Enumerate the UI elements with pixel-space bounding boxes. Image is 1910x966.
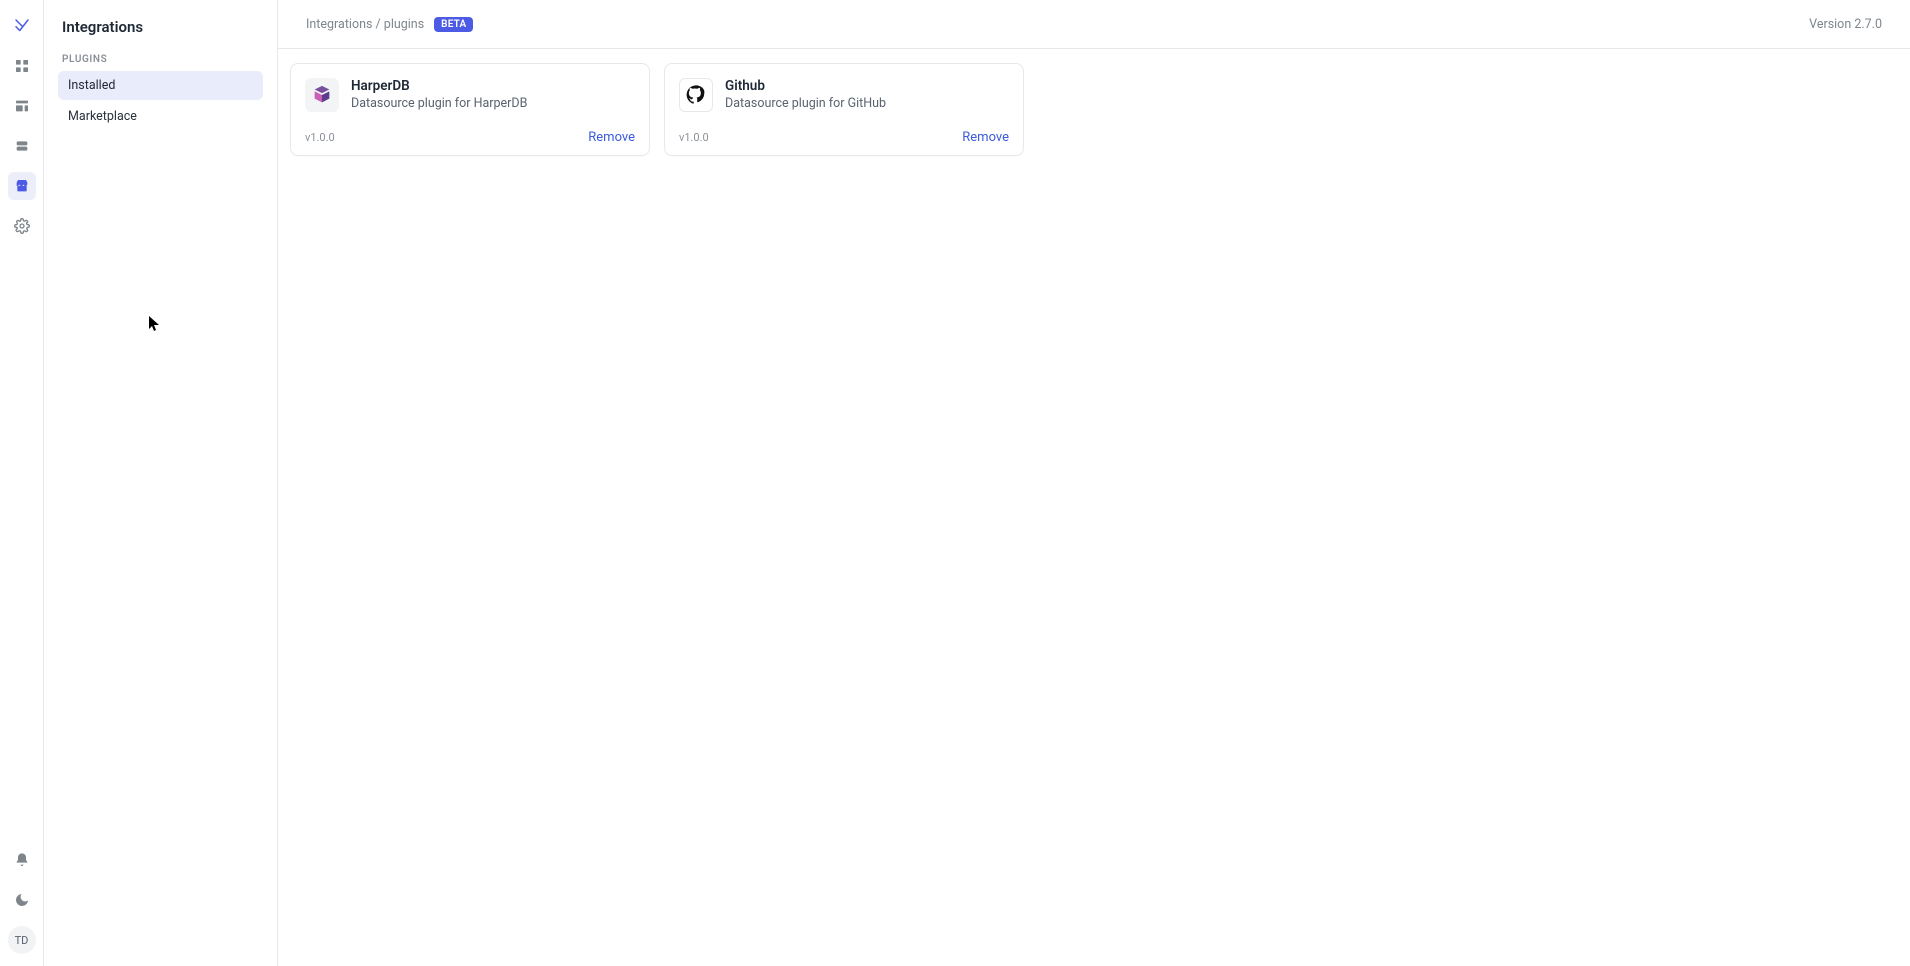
theme-icon[interactable] [8,886,36,914]
remove-button[interactable]: Remove [588,130,635,145]
remove-button[interactable]: Remove [962,130,1009,145]
harperdb-icon [305,78,339,112]
workspace-icon[interactable] [8,92,36,120]
plugin-name: HarperDB [351,78,527,94]
version-label: Version 2.7.0 [1809,17,1882,32]
logo-icon[interactable] [8,12,36,40]
settings-icon[interactable] [8,212,36,240]
sidebar-item-marketplace[interactable]: Marketplace [58,102,263,131]
sidebar-item-installed[interactable]: Installed [58,71,263,100]
beta-badge: BETA [434,17,473,32]
breadcrumb-text: Integrations / plugins [306,17,424,32]
icon-rail: TD [0,0,44,966]
plugin-version: v1.0.0 [679,131,709,144]
plugin-card: Github Datasource plugin for GitHub v1.0… [664,63,1024,156]
plugin-description: Datasource plugin for GitHub [725,96,886,111]
plugin-name: Github [725,78,886,94]
github-icon [679,78,713,112]
apps-icon[interactable] [8,52,36,80]
marketplace-icon[interactable] [8,172,36,200]
notifications-icon[interactable] [8,846,36,874]
plugin-version: v1.0.0 [305,131,335,144]
user-avatar[interactable]: TD [8,926,36,954]
topbar: Integrations / plugins BETA Version 2.7.… [278,0,1910,49]
plugin-description: Datasource plugin for HarperDB [351,96,527,111]
plugin-card: HarperDB Datasource plugin for HarperDB … [290,63,650,156]
sidebar: Integrations PLUGINS Installed Marketpla… [44,0,278,966]
database-icon[interactable] [8,132,36,160]
main: Integrations / plugins BETA Version 2.7.… [278,0,1910,966]
breadcrumb: Integrations / plugins BETA [306,17,473,32]
page-title: Integrations [58,18,263,36]
plugin-list: HarperDB Datasource plugin for HarperDB … [278,49,1910,170]
sidebar-section-label: PLUGINS [58,54,263,65]
